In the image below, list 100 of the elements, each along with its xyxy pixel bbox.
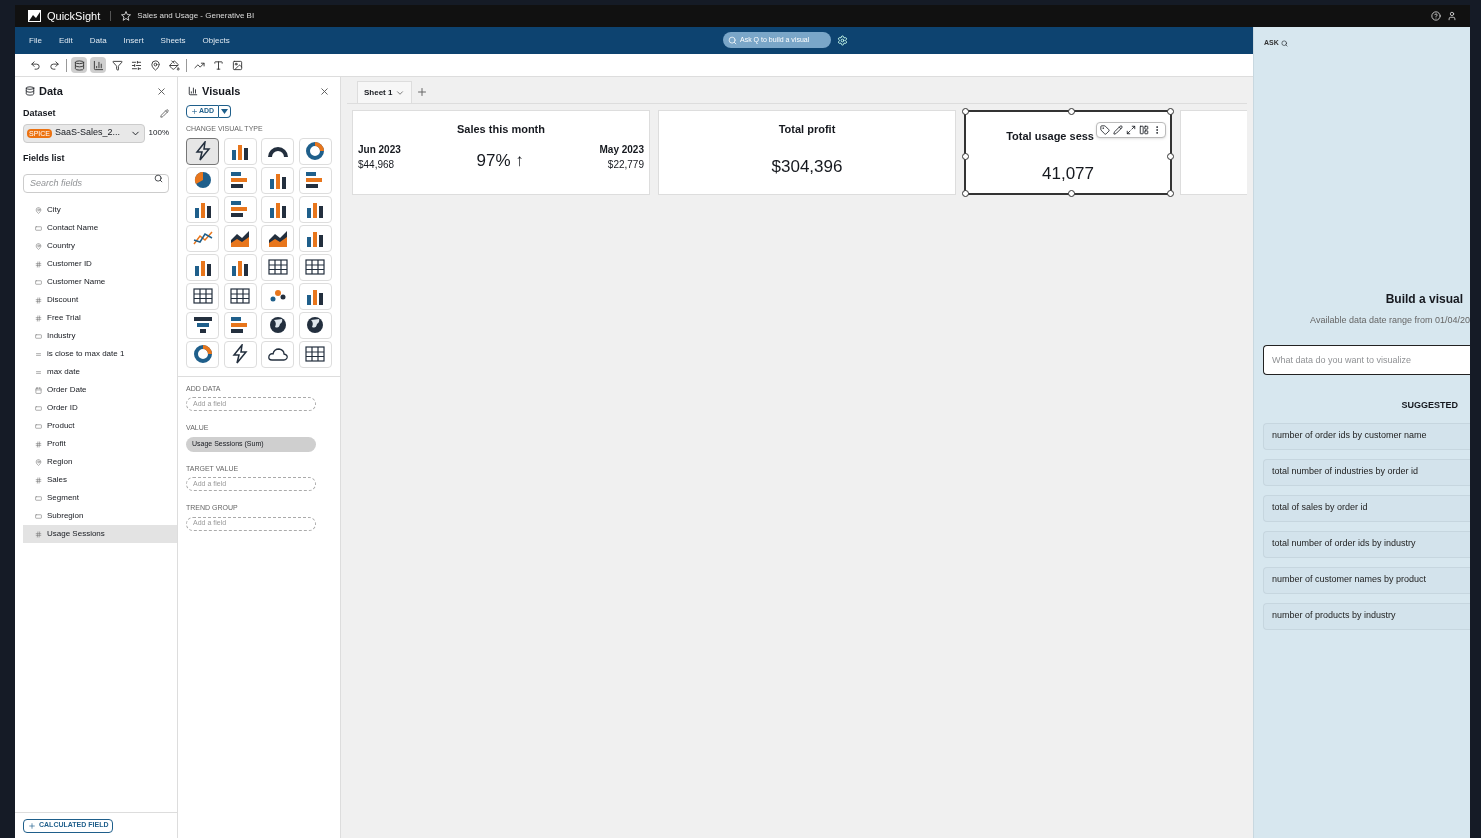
hash-icon: [35, 260, 42, 268]
edit-icon[interactable]: [160, 109, 169, 119]
suggestion-item[interactable]: total number of industries by order id: [1263, 458, 1470, 486]
panel-heading: Build a visual: [1384, 290, 1464, 308]
panel-title: Visuals: [202, 83, 241, 99]
change-percent: 97% ↑: [476, 149, 524, 172]
field-item[interactable]: Discount: [23, 291, 177, 309]
close-icon[interactable]: [156, 85, 167, 97]
field-item[interactable]: Usage Sessions: [23, 525, 177, 543]
database-icon: [25, 86, 35, 96]
kpi-card[interactable]: Sales this month Jun 2023 $44,968 97% ↑ May 2023 $22,779: [352, 110, 650, 195]
selected-kpi-card[interactable]: Total usage sess 41,077: [964, 110, 1172, 195]
close-icon[interactable]: [319, 85, 330, 97]
card-title: Total profit: [778, 122, 836, 137]
donut-chart-icon: [191, 344, 214, 364]
suggestion-item[interactable]: total of sales by order id: [1263, 494, 1470, 522]
field-item[interactable]: Product: [23, 417, 177, 435]
star-icon[interactable]: [121, 11, 132, 21]
caret-icon: [221, 109, 229, 114]
field-item[interactable]: Customer Name: [23, 273, 177, 291]
help-icon[interactable]: [1431, 11, 1441, 21]
kpi-card[interactable]: Total profit $304,396: [658, 110, 956, 195]
search-icon: [1280, 39, 1288, 47]
resize-handle[interactable]: [1068, 108, 1075, 115]
plus-icon: [28, 821, 36, 830]
user-icon[interactable]: [1447, 11, 1457, 21]
search-icon: [728, 35, 737, 45]
plus-icon: [191, 108, 198, 115]
field-item[interactable]: Subregion: [23, 507, 177, 525]
field-item[interactable]: max date: [23, 363, 177, 381]
hash-icon: [35, 530, 42, 538]
menu-item[interactable]: Insert: [123, 34, 144, 47]
period-value: $22,779: [607, 157, 644, 172]
field-item[interactable]: Customer ID: [23, 255, 177, 273]
hash-icon: [35, 314, 42, 322]
resize-handle[interactable]: [1167, 152, 1174, 160]
date-range-text: Available data date range from 01/04/20: [1309, 313, 1470, 327]
expand-icon[interactable]: [1126, 125, 1136, 135]
suggestion-item[interactable]: number of products by industry: [1263, 602, 1470, 630]
resize-handle[interactable]: [962, 108, 969, 115]
field-item[interactable]: Industry: [23, 327, 177, 345]
map-pin-icon: [149, 59, 161, 71]
calendar-icon: [35, 386, 42, 394]
paint-bucket-button[interactable]: [166, 57, 182, 73]
dataset-label: Dataset: [23, 107, 56, 120]
hash-icon: [35, 296, 42, 304]
resize-handle[interactable]: [1167, 190, 1174, 197]
table-icon: [191, 286, 214, 306]
sheet-tab[interactable]: Sheet 1: [357, 81, 413, 103]
image-icon: [231, 59, 243, 71]
field-item[interactable]: Region: [23, 453, 177, 471]
menu-item[interactable]: Sheets: [160, 34, 186, 47]
menu-item[interactable]: Data: [89, 34, 107, 47]
menu-item[interactable]: Edit: [58, 34, 73, 47]
table-icon: [229, 286, 251, 306]
suggestion-item[interactable]: total number of order ids by industry: [1263, 530, 1470, 558]
resize-handle[interactable]: [1068, 190, 1075, 197]
search-field[interactable]: Search fields: [23, 173, 169, 193]
field-item[interactable]: is close to max date 1: [23, 345, 177, 363]
field-item[interactable]: Profit: [23, 435, 177, 453]
menu-item[interactable]: Objects: [202, 34, 230, 47]
field-item[interactable]: Sales: [23, 471, 177, 489]
field-item[interactable]: Order Date: [23, 381, 177, 399]
field-item[interactable]: City: [23, 201, 177, 219]
suggestion-item[interactable]: number of order ids by customer name: [1263, 422, 1470, 450]
redo-icon: [48, 59, 60, 71]
card-title: Total usage sess: [1006, 129, 1094, 144]
layout-icon[interactable]: [1139, 125, 1149, 135]
tag-icon[interactable]: [1100, 125, 1110, 135]
field-item[interactable]: Segment: [23, 489, 177, 507]
field-item[interactable]: Contact Name: [23, 219, 177, 237]
resize-handle[interactable]: [962, 152, 969, 160]
period-label: Jun 2023: [358, 142, 401, 157]
bar-chart-icon: [92, 59, 104, 71]
database-icon: [73, 59, 85, 71]
map-pin-icon: [35, 206, 42, 214]
add-sheet-icon[interactable]: [416, 86, 429, 98]
add-dropdown-button[interactable]: [219, 105, 232, 118]
field-item[interactable]: Country: [23, 237, 177, 255]
table-icon: [266, 257, 289, 277]
menu-item[interactable]: File: [29, 34, 42, 47]
visual-type-button[interactable]: [186, 137, 219, 165]
kpi-value: 41,077: [1041, 162, 1095, 185]
panel-title: Data: [39, 83, 63, 99]
resize-handle[interactable]: [1167, 108, 1174, 115]
edit-icon[interactable]: [1113, 125, 1123, 135]
database-button[interactable]: [71, 57, 87, 73]
bar-chart-button[interactable]: [90, 57, 106, 73]
question-field[interactable]: What data do you want to visualize: [1263, 345, 1470, 375]
chart-logo-icon: [28, 10, 41, 22]
funnel-icon: [191, 315, 214, 335]
donut-chart-icon: [304, 141, 326, 161]
settings-icon[interactable]: [837, 34, 848, 46]
suggestion-item[interactable]: number of customer names by product: [1263, 566, 1470, 594]
globe-icon: [304, 315, 326, 335]
resize-handle[interactable]: [962, 190, 969, 197]
filter-icon: [111, 59, 123, 71]
field-item[interactable]: Free Trial: [23, 309, 177, 327]
equals-icon: [35, 350, 42, 358]
field-item[interactable]: Order ID: [23, 399, 177, 417]
